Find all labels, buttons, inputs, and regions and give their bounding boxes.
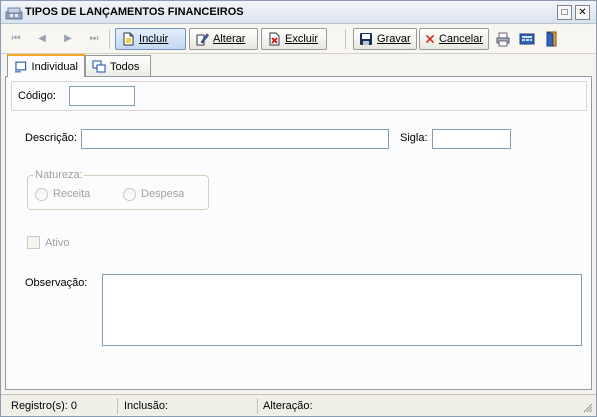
ativo-checkbox[interactable] <box>27 236 40 249</box>
tab-todos-label: Todos <box>110 60 140 73</box>
calculator-grid-icon[interactable] <box>519 31 535 47</box>
observacao-textarea[interactable] <box>102 274 582 346</box>
cancelar-button[interactable]: Cancelar <box>419 28 489 50</box>
main-window: TIPOS DE LANÇAMENTOS FINANCEIROS □ ✕ ⏮ ◀… <box>0 0 597 417</box>
close-button[interactable]: ✕ <box>575 5 590 20</box>
excluir-button[interactable]: Excluir <box>261 28 327 50</box>
previous-record-button[interactable]: ◀ <box>32 30 52 48</box>
toolbar-separator <box>109 29 110 49</box>
descricao-label: Descrição: <box>25 132 77 144</box>
codigo-label: Código: <box>18 90 56 102</box>
alterar-button[interactable]: Alterar <box>189 28 258 50</box>
cancelar-label: Cancelar <box>438 33 483 45</box>
observacao-label: Observação: <box>25 277 88 289</box>
descricao-input[interactable] <box>81 129 389 149</box>
natureza-label: Natureza: <box>34 169 84 181</box>
codigo-input[interactable] <box>69 86 135 106</box>
alterar-label: Alterar <box>213 33 246 45</box>
cancel-x-icon <box>425 34 435 44</box>
last-record-button[interactable]: ⏭ <box>84 30 104 48</box>
status-separator <box>257 398 258 414</box>
registros-count: Registro(s): 0 <box>11 400 78 412</box>
restore-button[interactable]: □ <box>557 5 572 20</box>
status-separator <box>117 398 118 414</box>
tab-todos[interactable]: Todos <box>85 55 151 77</box>
title-bar[interactable]: TIPOS DE LANÇAMENTOS FINANCEIROS □ ✕ <box>1 1 596 24</box>
codigo-section: Código: <box>11 81 587 111</box>
tab-individual-label: Individual <box>31 60 78 73</box>
toolbar-separator <box>345 29 346 49</box>
edit-icon <box>196 33 209 46</box>
inclusao-status: Inclusão: <box>124 400 169 412</box>
ativo-label: Ativo <box>45 237 70 249</box>
despesa-radio[interactable] <box>123 188 136 201</box>
sigla-label: Sigla: <box>400 132 428 144</box>
toolbar: ⏮ ◀ ▶ ⏭ Incluir Alterar Excluir Gravar C… <box>1 25 596 54</box>
printer-icon[interactable] <box>495 31 511 47</box>
multiple-windows-icon <box>92 59 106 73</box>
individual-panel: Código: Descrição: Sigla: Natureza: Rece… <box>5 76 592 390</box>
single-window-icon <box>14 61 27 72</box>
sigla-input[interactable] <box>432 129 511 149</box>
alteracao-status: Alteração: <box>263 400 313 412</box>
new-document-icon <box>123 32 134 46</box>
receita-radio[interactable] <box>35 188 48 201</box>
gravar-button[interactable]: Gravar <box>353 28 417 50</box>
gravar-label: Gravar <box>377 33 411 45</box>
next-record-button[interactable]: ▶ <box>58 30 78 48</box>
delete-document-icon <box>269 32 280 46</box>
status-bar: Registro(s): 0 Inclusão: Alteração: <box>1 394 596 416</box>
tab-individual[interactable]: Individual <box>7 54 85 77</box>
receita-label: Receita <box>53 188 91 200</box>
incluir-label: Incluir <box>139 33 169 45</box>
save-disk-icon <box>360 33 372 45</box>
natureza-group: Natureza: Receita Despesa <box>27 169 209 210</box>
exit-door-icon[interactable] <box>544 31 560 47</box>
despesa-label: Despesa <box>141 188 185 200</box>
excluir-label: Excluir <box>285 33 319 45</box>
first-record-button[interactable]: ⏮ <box>6 30 26 48</box>
incluir-button[interactable]: Incluir <box>115 28 186 50</box>
resize-grip-icon[interactable] <box>583 403 593 413</box>
window-title: TIPOS DE LANÇAMENTOS FINANCEIROS <box>25 6 244 18</box>
finance-app-icon <box>5 7 23 20</box>
